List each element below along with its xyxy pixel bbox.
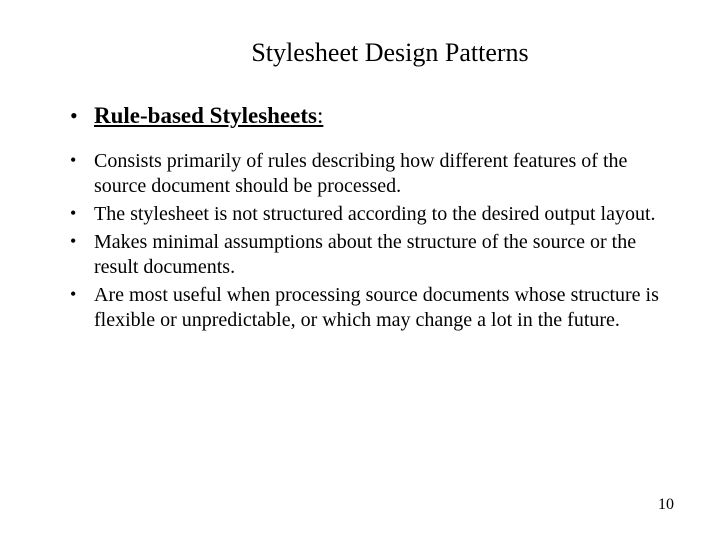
page-title: Stylesheet Design Patterns — [120, 38, 660, 68]
page-number: 10 — [658, 496, 674, 514]
slide: Stylesheet Design Patterns Rule-based St… — [0, 0, 720, 540]
section-list: Rule-based Stylesheets: — [70, 102, 660, 131]
section-colon: : — [317, 103, 323, 128]
list-item: Makes minimal assumptions about the stru… — [70, 230, 660, 281]
section-item: Rule-based Stylesheets: — [70, 102, 660, 131]
body-list: Consists primarily of rules describing h… — [70, 149, 660, 334]
list-item: Consists primarily of rules describing h… — [70, 149, 660, 200]
list-item: Are most useful when processing source d… — [70, 283, 660, 334]
list-item: The stylesheet is not structured accordi… — [70, 202, 660, 228]
section-heading: Rule-based Stylesheets — [94, 103, 317, 128]
